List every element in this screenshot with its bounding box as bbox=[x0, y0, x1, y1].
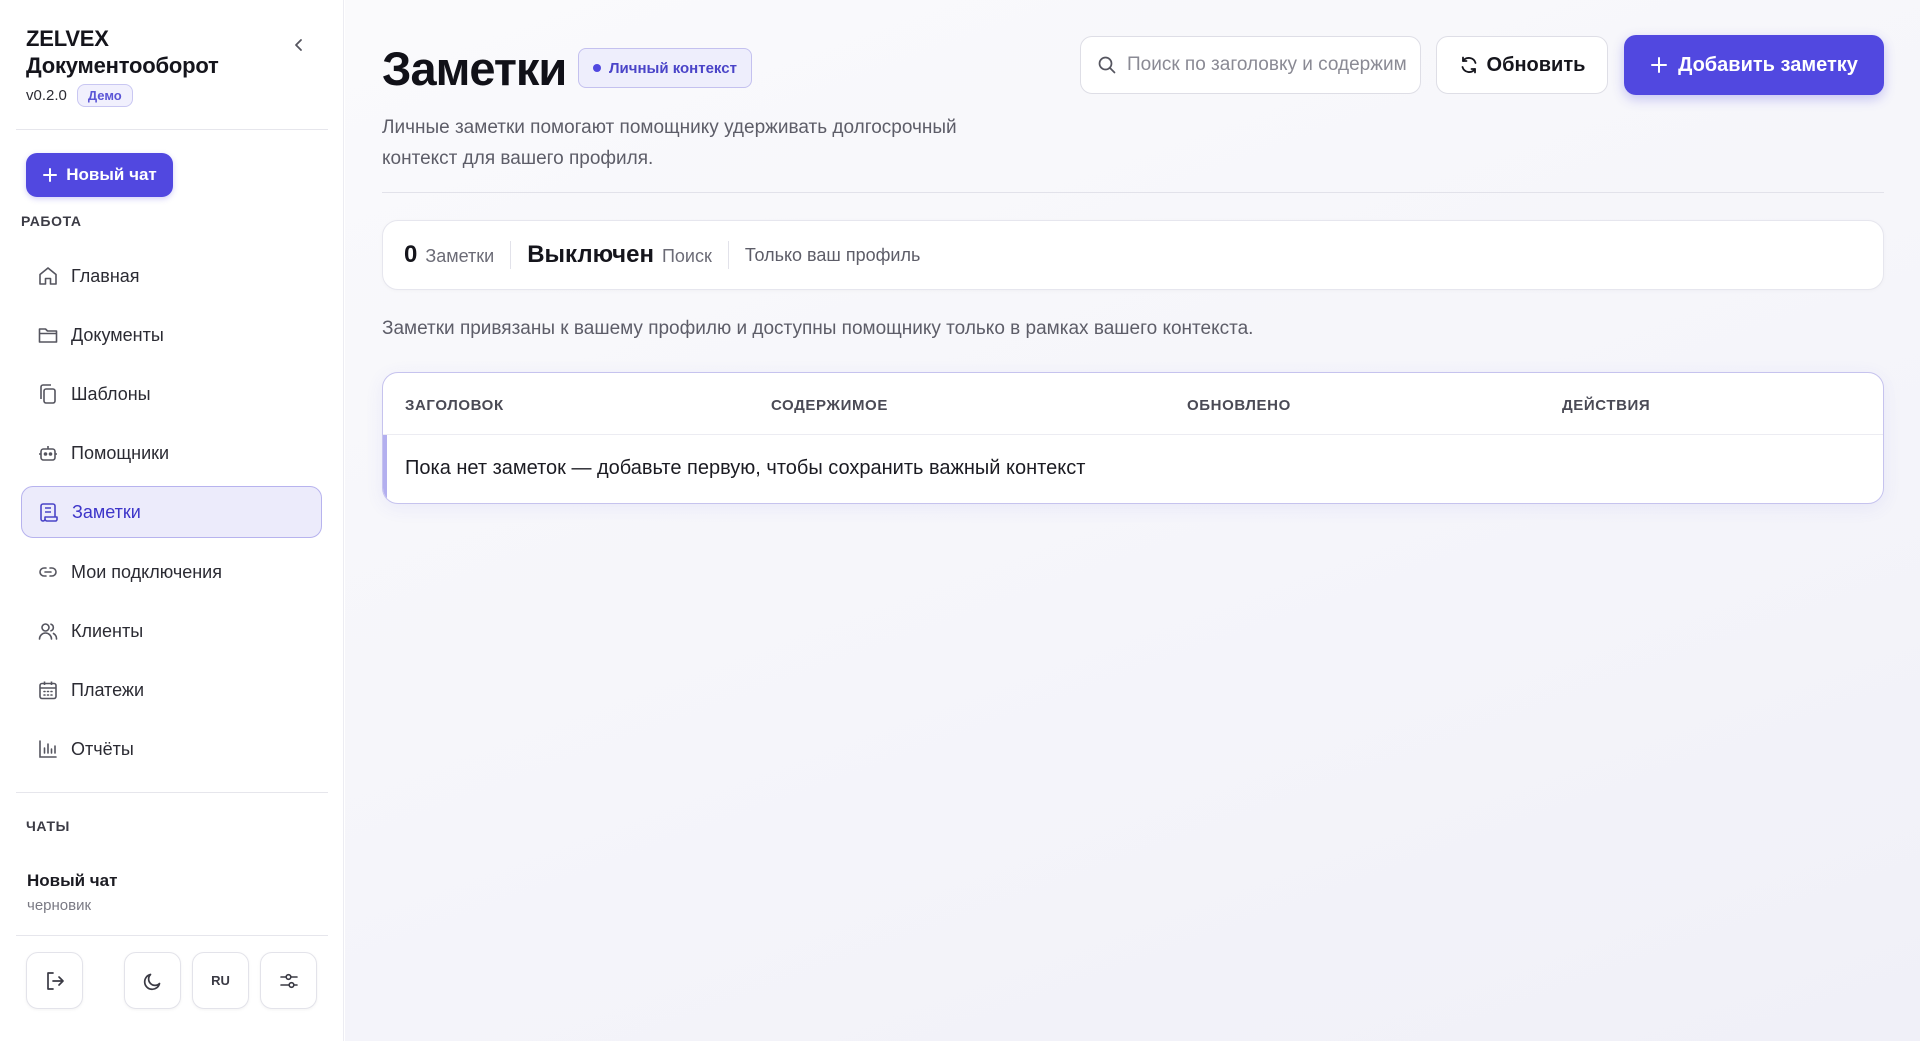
chevron-left-icon bbox=[295, 39, 302, 51]
sidebar-item-clients[interactable]: Клиенты bbox=[21, 605, 322, 657]
calendar-icon bbox=[37, 679, 59, 701]
notes-icon bbox=[38, 501, 60, 523]
sidebar-item-templates[interactable]: Шаблоны bbox=[21, 368, 322, 420]
info-text: Заметки привязаны к вашему профилю и дос… bbox=[382, 318, 1254, 339]
context-badge-label: Личный контекст bbox=[609, 59, 737, 77]
logout-button[interactable] bbox=[26, 952, 83, 1009]
table-header: ЗАГОЛОВОК СОДЕРЖИМОЕ ОБНОВЛЕНО ДЕЙСТВИЯ bbox=[383, 373, 1883, 435]
app-version: v0.2.0 bbox=[26, 87, 67, 104]
brand-name-line1: ZELVEX bbox=[26, 26, 109, 51]
users-icon bbox=[37, 620, 59, 642]
sidebar-divider bbox=[16, 129, 328, 130]
bar-chart-icon bbox=[37, 738, 59, 760]
stat-notes-count: 0 Заметки bbox=[404, 241, 494, 269]
sidebar-item-label: Шаблоны bbox=[71, 383, 151, 404]
page-description: Личные заметки помогают помощнику удержи… bbox=[382, 117, 957, 169]
sidebar-item-label: Отчёты bbox=[71, 738, 134, 759]
demo-badge: Демо bbox=[76, 84, 133, 107]
language-label: RU bbox=[211, 973, 230, 988]
sidebar-item-assistants[interactable]: Помощники bbox=[21, 427, 322, 479]
stat-separator bbox=[510, 241, 512, 269]
refresh-icon bbox=[1461, 56, 1476, 74]
search-icon bbox=[1098, 56, 1116, 74]
search-box[interactable] bbox=[1080, 36, 1421, 94]
folder-icon bbox=[37, 324, 59, 346]
search-input[interactable] bbox=[1127, 54, 1407, 76]
sliders-icon bbox=[279, 973, 298, 988]
bot-icon bbox=[37, 442, 59, 464]
sidebar-item-label: Помощники bbox=[71, 442, 170, 463]
column-header-updated[interactable]: ОБНОВЛЕНО bbox=[1187, 397, 1291, 414]
new-chat-label: Новый чат bbox=[66, 165, 157, 184]
settings-button[interactable] bbox=[260, 952, 317, 1009]
home-icon bbox=[37, 265, 59, 287]
sidebar-item-label: Документы bbox=[71, 324, 164, 345]
new-chat-button[interactable]: Новый чат bbox=[26, 153, 173, 197]
main-content: Заметки Личный контекст Личные заметки п… bbox=[345, 0, 1920, 1041]
sidebar-item-home[interactable]: Главная bbox=[21, 250, 322, 302]
link-icon bbox=[37, 561, 59, 583]
sidebar-item-label: Платежи bbox=[71, 679, 145, 700]
plus-icon bbox=[43, 168, 58, 182]
add-note-label: Добавить заметку bbox=[1678, 53, 1858, 76]
logout-icon bbox=[46, 971, 64, 990]
stat-separator bbox=[727, 241, 729, 269]
sidebar-item-payments[interactable]: Платежи bbox=[21, 664, 322, 716]
sidebar-item-label: Заметки bbox=[72, 501, 141, 522]
stat-scope: Только ваш профиль bbox=[744, 244, 921, 265]
column-header-actions: ДЕЙСТВИЯ bbox=[1562, 397, 1651, 414]
column-header-title[interactable]: ЗАГОЛОВОК bbox=[405, 397, 504, 414]
section-label-chats: ЧАТЫ bbox=[26, 818, 70, 834]
sidebar: ZELVEX Документооборот v0.2.0 Демо Новый… bbox=[0, 0, 344, 1041]
collapse-sidebar-button[interactable] bbox=[288, 34, 310, 56]
stat-search: Выключен Поиск bbox=[527, 241, 712, 269]
notes-table: ЗАГОЛОВОК СОДЕРЖИМОЕ ОБНОВЛЕНО ДЕЙСТВИЯ … bbox=[382, 372, 1884, 504]
chat-subtitle: черновик bbox=[27, 897, 92, 914]
brand: ZELVEX Документооборот v0.2.0 Демо bbox=[26, 25, 219, 107]
stats-card: 0 Заметки Выключен Поиск Только ваш проф… bbox=[382, 220, 1884, 290]
empty-state-text: Пока нет заметок — добавьте первую, чтоб… bbox=[405, 457, 1086, 479]
sidebar-item-notes[interactable]: Заметки bbox=[21, 486, 322, 538]
language-button[interactable]: RU bbox=[192, 952, 249, 1009]
sidebar-item-documents[interactable]: Документы bbox=[21, 309, 322, 361]
empty-state-row: Пока нет заметок — добавьте первую, чтоб… bbox=[383, 435, 1883, 503]
stat-value: Выключен bbox=[527, 241, 654, 268]
sidebar-divider bbox=[16, 792, 328, 793]
stat-label: Поиск bbox=[661, 246, 712, 266]
plus-icon bbox=[1651, 57, 1668, 73]
refresh-button[interactable]: Обновить bbox=[1436, 36, 1608, 94]
header-divider bbox=[382, 192, 1884, 193]
sidebar-item-label: Мои подключения bbox=[71, 561, 222, 582]
column-header-content[interactable]: СОДЕРЖИМОЕ bbox=[771, 397, 888, 414]
context-badge: Личный контекст bbox=[578, 48, 752, 88]
sidebar-item-label: Главная bbox=[71, 265, 140, 286]
page-title: Заметки bbox=[382, 42, 567, 95]
status-dot bbox=[593, 64, 601, 72]
stat-label: Заметки bbox=[425, 246, 495, 266]
refresh-label: Обновить bbox=[1486, 53, 1586, 76]
add-note-button[interactable]: Добавить заметку bbox=[1624, 35, 1884, 95]
brand-name-line2: Документооборот bbox=[26, 53, 219, 78]
sidebar-divider bbox=[16, 935, 328, 936]
moon-icon bbox=[143, 973, 160, 990]
sidebar-item-connections[interactable]: Мои подключения bbox=[21, 546, 322, 598]
chat-list-item[interactable]: Новый чат черновик bbox=[27, 871, 117, 914]
stat-value: 0 bbox=[404, 241, 418, 268]
sidebar-item-reports[interactable]: Отчёты bbox=[21, 723, 322, 775]
theme-toggle-button[interactable] bbox=[124, 952, 181, 1009]
copy-icon bbox=[37, 383, 59, 405]
chat-title: Новый чат bbox=[27, 871, 118, 890]
section-label-work: РАБОТА bbox=[21, 213, 82, 229]
sidebar-item-label: Клиенты bbox=[71, 620, 144, 641]
